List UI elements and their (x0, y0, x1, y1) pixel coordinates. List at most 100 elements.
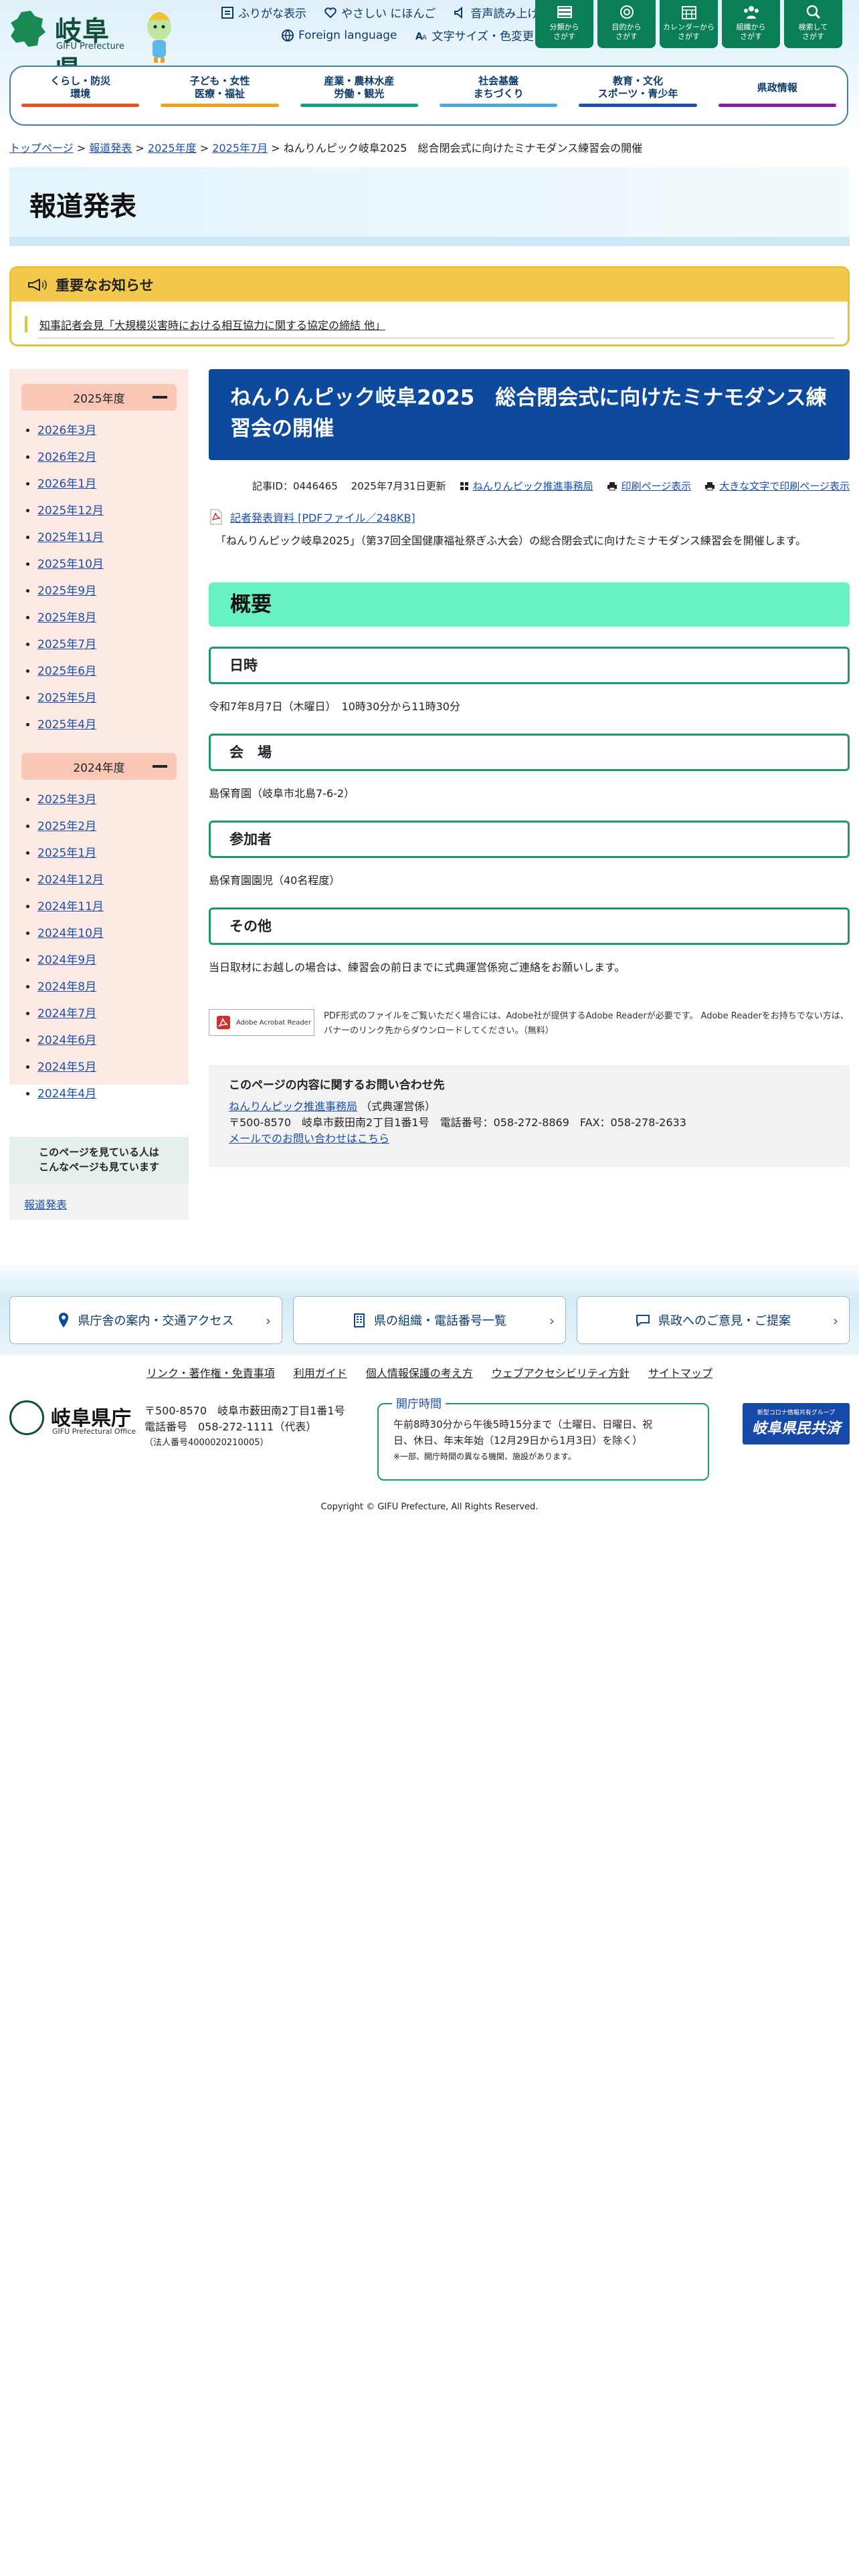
acrobat-text: PDF形式のファイルをご覧いただく場合には、Adobe社が提供するAdobe R… (324, 1011, 849, 1036)
gnav-item-2[interactable]: 産業・農林水産 労働・観光 (290, 67, 429, 124)
month-link[interactable]: 2025年9月 (37, 584, 96, 598)
related-pages: このページを見ている人は こんなページも見ています 報道発表 (9, 1137, 189, 1220)
target-icon (619, 5, 634, 19)
opinion-button[interactable]: 県政へのご意見・ご提案 › (577, 1296, 850, 1344)
site-logo[interactable]: 岐阜県 GIFU Prefecture (8, 5, 128, 86)
gnav-item-3[interactable]: 社会基盤 まちづくり (429, 67, 568, 124)
breadcrumb-press[interactable]: 報道発表 (89, 142, 132, 154)
article-title: ねんりんピック岐阜2025 総合閉会式に向けたミナモダンス練習会の開催 (209, 369, 850, 460)
list-item: 2025年9月 (37, 578, 189, 605)
gnav-item-1[interactable]: 子ども・女性 医療・福祉 (150, 67, 289, 124)
gnav-item-4[interactable]: 教育・文化 スポーツ・青少年 (568, 67, 707, 124)
contact-box: このページの内容に関するお問い合わせ先 ねんりんピック推進事務局 （式典運営係）… (209, 1065, 850, 1167)
search-by-calendar-button[interactable]: カレンダーから さがす (660, 0, 718, 48)
search-button[interactable]: 検索して さがす (784, 0, 842, 48)
month-link[interactable]: 2025年11月 (37, 531, 104, 544)
gnav-item-0[interactable]: くらし・防災 環境 (11, 67, 150, 124)
calendar-icon (681, 6, 696, 19)
map-pin-icon (59, 1313, 69, 1327)
pdf-attachment: 記者発表資料 [PDFファイル／248KB] (209, 509, 850, 525)
list-item: 2024年10月 (37, 920, 189, 947)
month-link[interactable]: 2026年3月 (37, 424, 96, 437)
print-large-page: 大きな文字で印刷ページ表示 (704, 479, 850, 493)
month-link[interactable]: 2026年1月 (37, 477, 96, 491)
month-link[interactable]: 2024年12月 (37, 873, 104, 887)
kenmin-kyosai-banner[interactable]: 新型コロナ情報共有グループ 岐阜県民共済 (743, 1403, 850, 1444)
overview-heading: 概要 (209, 582, 850, 627)
print-link[interactable]: 印刷ページ表示 (622, 479, 692, 493)
breadcrumb-year[interactable]: 2025年度 (148, 142, 197, 154)
year-toggle-0[interactable]: 2025年度 (21, 384, 177, 411)
search-buttons: 分類から さがす 目的から さがす カレンダーから さがす 組織から さがす 検索してさ… (535, 0, 842, 48)
related-pages-list: 報道発表 (9, 1184, 189, 1224)
month-link[interactable]: 2025年4月 (37, 718, 96, 732)
month-link[interactable]: 2025年10月 (37, 558, 104, 571)
year-toggle-1[interactable]: 2024年度 (21, 753, 177, 780)
month-link[interactable]: 2025年5月 (37, 691, 96, 705)
list-item: 2025年3月 (37, 786, 189, 813)
month-link[interactable]: 2026年2月 (37, 451, 96, 464)
access-button[interactable]: 県庁舎の案内・交通アクセス › (9, 1296, 282, 1344)
organization-button[interactable]: 県の組織・電話番号一覧 › (293, 1296, 566, 1344)
footer-link-accessibility[interactable]: ウェブアクセシビリティ方針 (492, 1364, 630, 1380)
furigana-icon (221, 6, 233, 19)
month-link[interactable]: 2024年5月 (37, 1061, 96, 1074)
month-link[interactable]: 2025年12月 (37, 504, 104, 518)
contact-org-link[interactable]: ねんりんピック推進事務局 (229, 1100, 357, 1113)
month-link[interactable]: 2025年7月 (37, 638, 96, 651)
foreign-language-link[interactable]: Foreign language (281, 27, 397, 43)
read-aloud-link[interactable]: 音声読み上げ (453, 4, 539, 21)
month-link[interactable]: 2024年10月 (37, 927, 104, 940)
month-link[interactable]: 2024年11月 (37, 900, 104, 914)
printer-icon (705, 481, 715, 490)
article-meta: 記事ID：0446465 2025年7月31日更新 ねんりんピック推進事務局 印… (209, 479, 850, 493)
month-link[interactable]: 2025年1月 (37, 847, 96, 860)
month-link[interactable]: 2024年7月 (37, 1007, 96, 1021)
month-link[interactable]: 2024年6月 (37, 1034, 96, 1047)
pdf-link[interactable]: 記者発表資料 [PDFファイル／248KB] (230, 509, 415, 525)
month-list: 2026年3月 2026年2月 2026年1月 2025年12月 2025年11月 202… (9, 417, 189, 738)
list-item: 2025年7月 (37, 631, 189, 658)
furigana-link[interactable]: ふりがな表示 (221, 4, 306, 21)
print-page: 印刷ページ表示 (607, 479, 692, 493)
month-link[interactable]: 2024年9月 (37, 954, 96, 967)
section-text-2: 島保育園園児（40名程度） (209, 874, 341, 887)
search-icon (806, 5, 820, 19)
month-link[interactable]: 2025年8月 (37, 611, 96, 625)
month-link[interactable]: 2025年6月 (37, 665, 96, 678)
people-icon (743, 6, 759, 19)
main-content: ねんりんピック岐阜2025 総合閉会式に向けたミナモダンス練習会の開催 記事ID… (209, 369, 850, 1167)
month-link[interactable]: 2024年4月 (37, 1087, 96, 1101)
chevron-right-icon: › (266, 1313, 271, 1329)
search-by-purpose-button[interactable]: 目的から さがす (597, 0, 656, 48)
list-item: 2024年8月 (37, 974, 189, 1000)
search-by-category-button[interactable]: 分類から さがす (535, 0, 593, 48)
easy-japanese-link[interactable]: やさしい にほんご (324, 4, 436, 21)
org-link[interactable]: ねんりんピック推進事務局 (473, 479, 593, 493)
footer-link-guide[interactable]: 利用ガイド (294, 1364, 347, 1380)
easy-japanese-label: やさしい にほんご (341, 7, 436, 21)
footer-link-privacy[interactable]: 個人情報保護の考え方 (366, 1364, 473, 1380)
related-link[interactable]: 報道発表 (24, 1198, 67, 1211)
acrobat-banner[interactable]: Adobe Acrobat Reader (209, 1009, 314, 1036)
search-by-organization-button[interactable]: 組織から さがす (722, 0, 780, 48)
footer-link-sitemap[interactable]: サイトマップ (648, 1364, 712, 1380)
footer-logo-subtext: GIFU Prefectural Office (52, 1427, 136, 1436)
list-item: 2024年5月 (37, 1054, 189, 1081)
contact-mail-link[interactable]: メールでのお問い合わせはこちら (229, 1132, 389, 1145)
month-link[interactable]: 2024年8月 (37, 980, 96, 994)
notice-link[interactable]: 知事記者会見「大規模災害時における相互協力に関する協定の締結 他」 (39, 319, 385, 332)
article-intro: 「ねんりんピック岐阜2025」（第37回全国健康福祉祭ぎふ大会）の総合閉会式に向… (215, 534, 807, 547)
print-large-link[interactable]: 大きな文字で印刷ページ表示 (719, 479, 850, 493)
month-link[interactable]: 2025年2月 (37, 820, 96, 833)
month-link[interactable]: 2025年3月 (37, 793, 96, 807)
footer-link-copyright[interactable]: リンク・著作権・免責事項 (147, 1364, 275, 1380)
contact-heading: このページの内容に関するお問い合わせ先 (229, 1079, 445, 1092)
list-item: 2025年11月 (37, 524, 189, 551)
svg-text:A: A (422, 34, 427, 41)
gnav-item-5[interactable]: 県政情報 (708, 67, 847, 124)
text-size-color-link[interactable]: AA 文字サイズ・色変更 (415, 27, 535, 43)
breadcrumb-top[interactable]: トップページ (9, 142, 74, 154)
list-item: 2024年4月 (37, 1081, 189, 1107)
breadcrumb-month[interactable]: 2025年7月 (212, 142, 268, 154)
